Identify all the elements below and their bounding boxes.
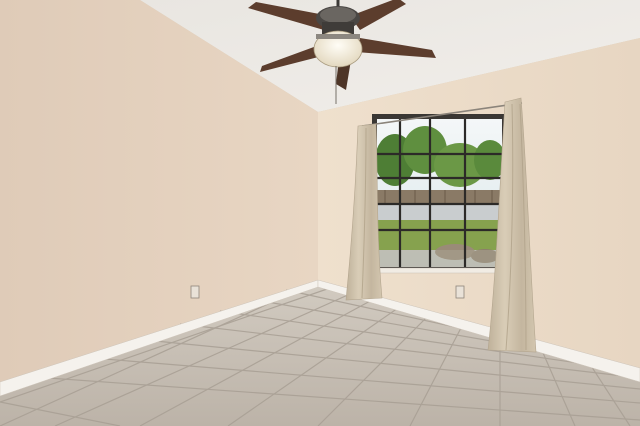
wall-outlet-right: [455, 285, 465, 299]
room-photo: [0, 0, 640, 426]
window: [369, 114, 509, 274]
wall-outlet-left: [190, 285, 200, 299]
